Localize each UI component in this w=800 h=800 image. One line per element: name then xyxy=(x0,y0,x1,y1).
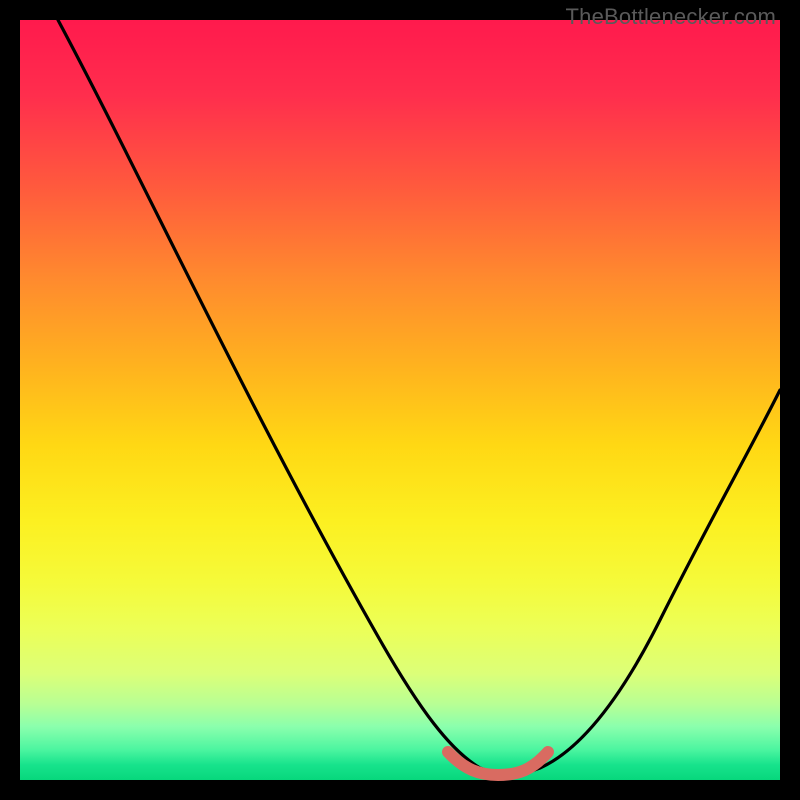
bottleneck-curve xyxy=(58,20,780,774)
chart-container: TheBottlenecker.com xyxy=(0,0,800,800)
plot-area xyxy=(20,20,780,780)
watermark-text: TheBottlenecker.com xyxy=(566,4,776,30)
curve-svg xyxy=(20,20,780,780)
